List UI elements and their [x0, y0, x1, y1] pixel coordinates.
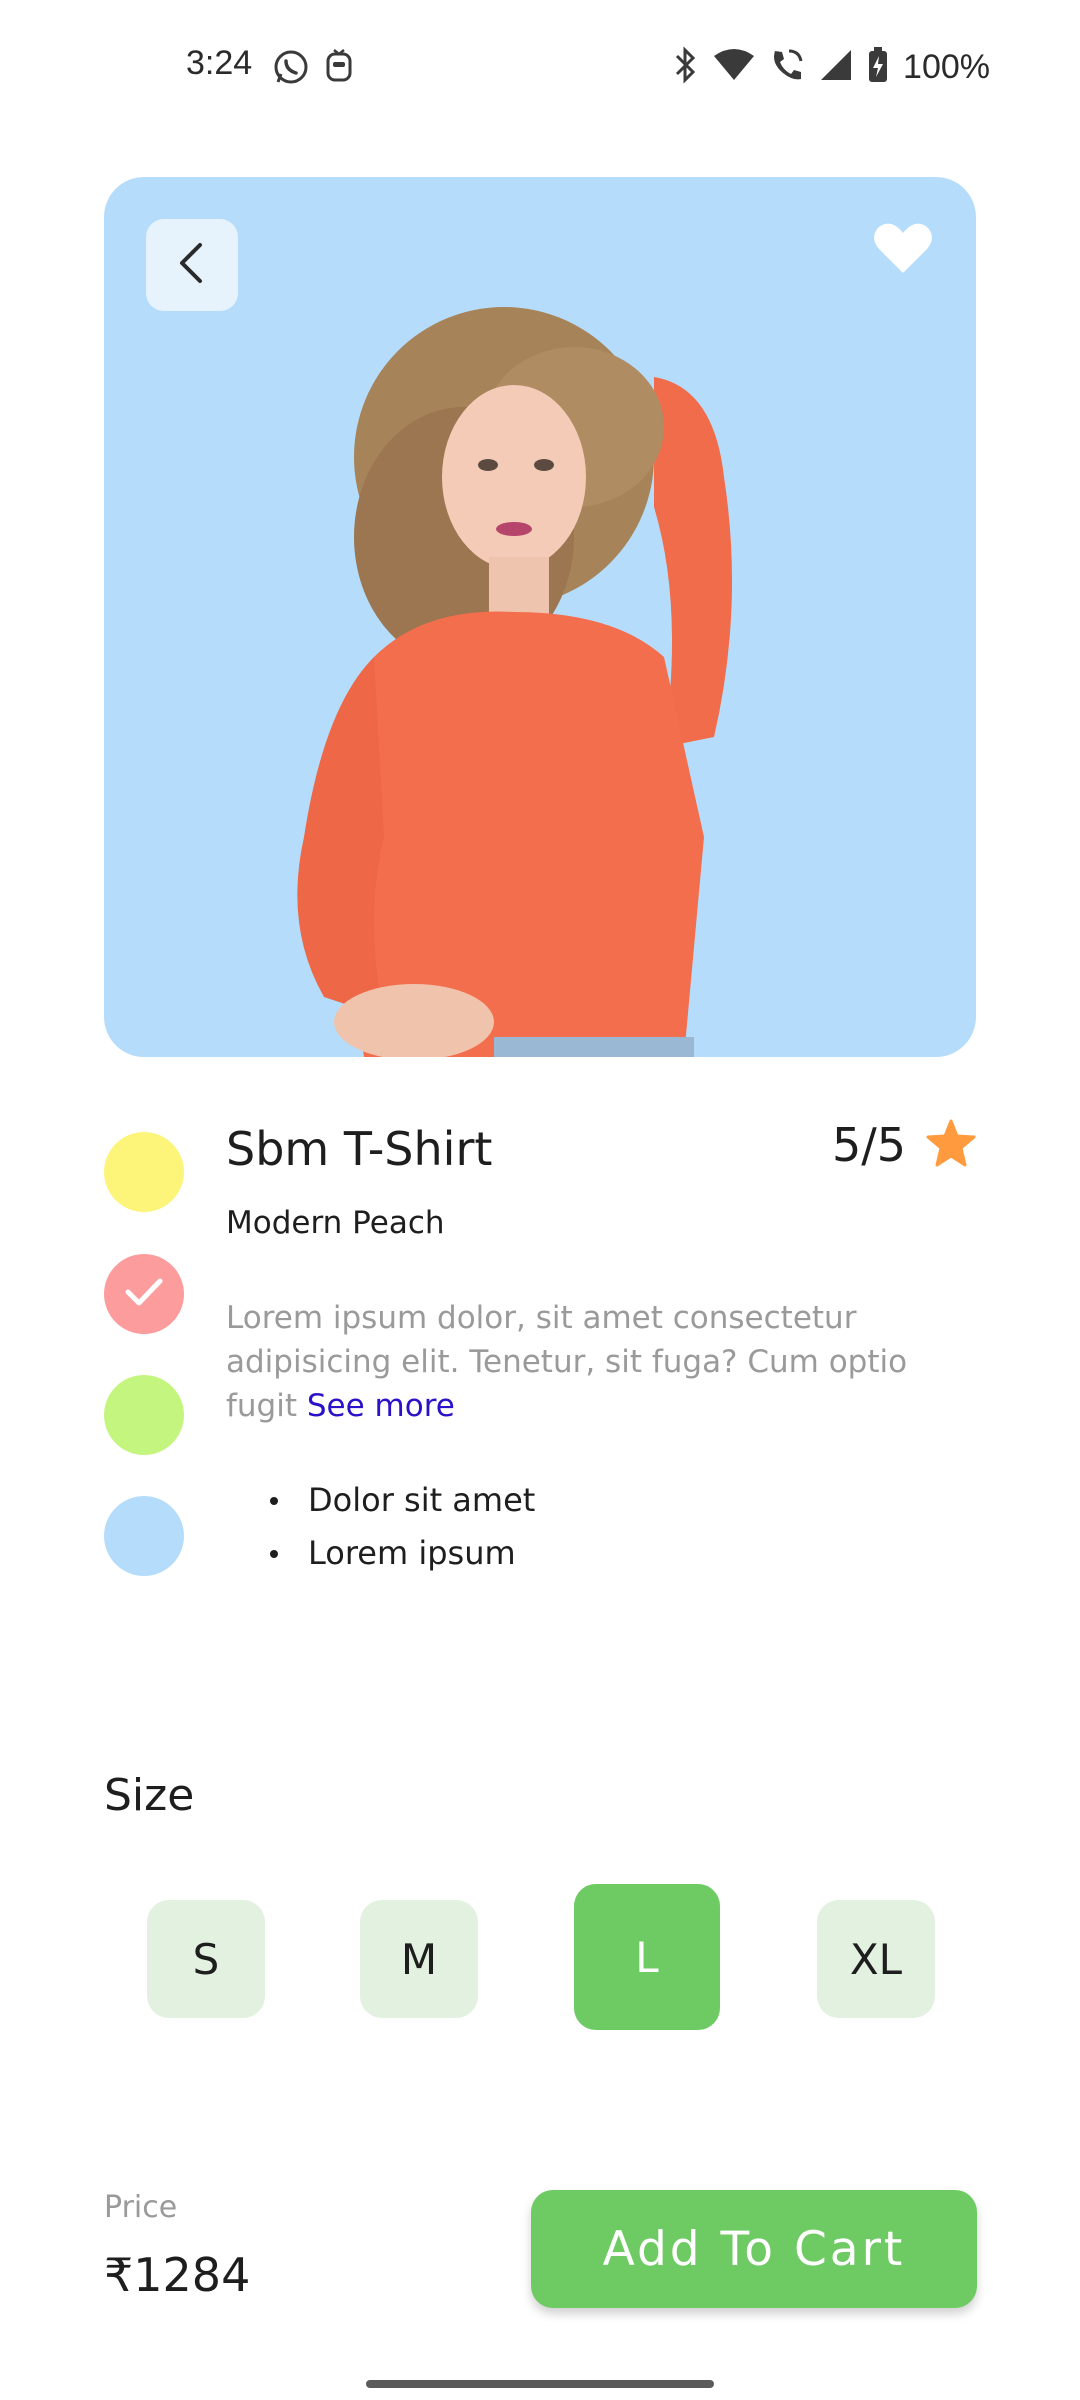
assistant-icon [324, 49, 354, 89]
check-icon [124, 1276, 164, 1312]
product-image-card [104, 177, 976, 1057]
heart-icon [873, 221, 933, 279]
add-to-cart-button[interactable]: Add To Cart [531, 2190, 977, 2308]
color-swatch-blue[interactable] [104, 1496, 184, 1576]
whatsapp-icon [272, 48, 310, 90]
status-right: 100% [673, 46, 990, 88]
product-name: Sbm T-Shirt [226, 1122, 493, 1176]
product-description: Lorem ipsum dolor, sit amet consectetur … [226, 1296, 946, 1428]
color-swatch-yellow[interactable] [104, 1132, 184, 1212]
color-swatch-peach[interactable] [104, 1254, 184, 1334]
status-left-icons [272, 48, 354, 90]
rating-value: 5/5 [831, 1118, 906, 1172]
feature-list: Dolor sit amet Lorem ipsum [266, 1478, 535, 1584]
star-icon [926, 1119, 976, 1171]
status-bar: 3:24 100% [0, 0, 1080, 135]
color-swatch-lime[interactable] [104, 1375, 184, 1455]
bluetooth-icon [673, 46, 699, 88]
home-indicator[interactable] [366, 2380, 714, 2388]
feature-item: Dolor sit amet [266, 1478, 535, 1531]
wifi-calling-icon [769, 47, 805, 87]
price-value: ₹1284 [104, 2248, 251, 2302]
see-more-link[interactable]: See more [307, 1388, 455, 1424]
size-title: Size [104, 1770, 195, 1821]
rating: 5/5 [832, 1118, 976, 1172]
wifi-icon [713, 48, 755, 86]
product-subtitle: Modern Peach [226, 1205, 445, 1241]
size-option-xl[interactable]: XL [817, 1900, 935, 2018]
status-time: 3:24 [186, 44, 253, 82]
size-option-m[interactable]: M [360, 1900, 478, 2018]
signal-icon [819, 48, 853, 86]
product-model-image [297, 307, 732, 1057]
back-button[interactable] [146, 219, 238, 311]
feature-item: Lorem ipsum [266, 1531, 535, 1584]
favorite-button[interactable] [868, 215, 938, 285]
size-option-l[interactable]: L [574, 1884, 720, 2030]
size-option-s[interactable]: S [147, 1900, 265, 2018]
battery-percent: 100% [903, 47, 990, 86]
battery-icon [867, 46, 889, 88]
price-label: Price [104, 2190, 178, 2225]
chevron-left-icon [172, 239, 212, 291]
